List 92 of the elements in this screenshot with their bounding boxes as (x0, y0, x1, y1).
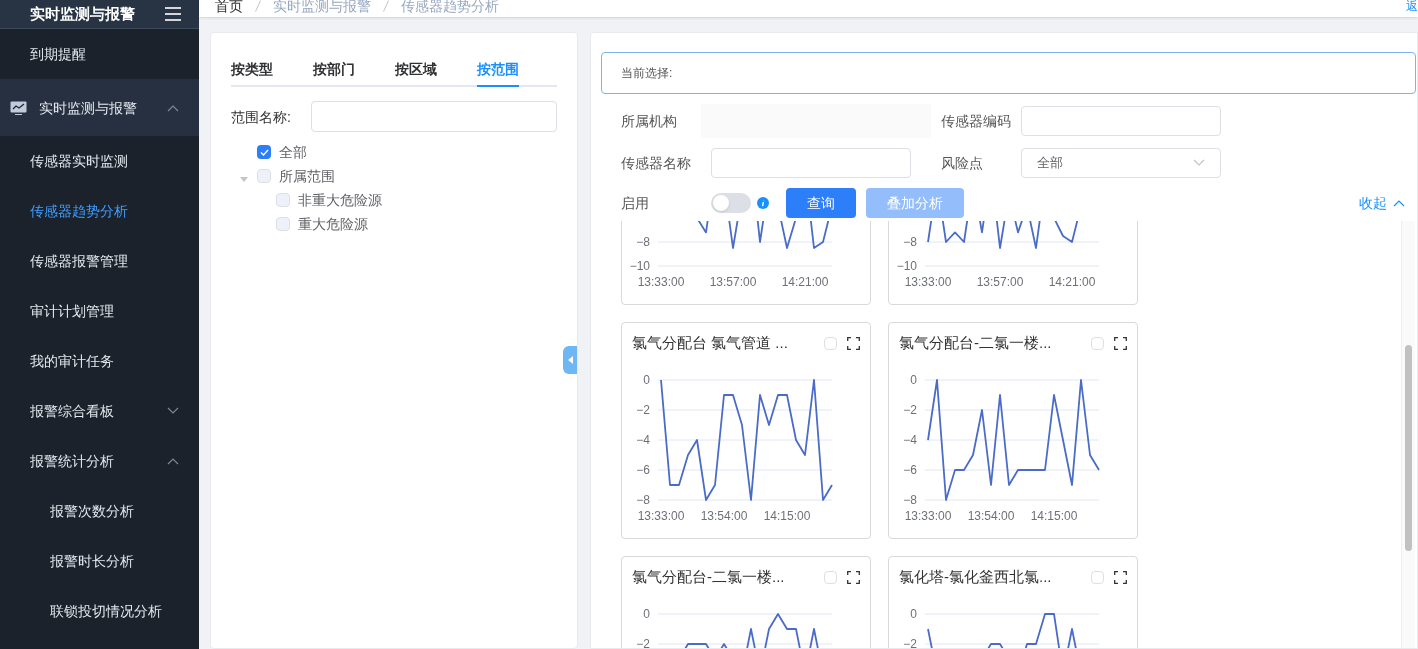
sidebar-item[interactable]: 审计计划管理 (0, 286, 199, 336)
y-tick-label: −10 (629, 259, 650, 273)
checkbox[interactable] (257, 169, 271, 183)
tree-node-label[interactable]: 非重大危险源 (298, 190, 382, 210)
field-label: 所属机构 (621, 112, 678, 131)
menu-icon[interactable] (165, 7, 181, 21)
input-field[interactable] (711, 148, 911, 178)
sidebar-item[interactable]: 到期提醒 (0, 29, 199, 79)
query-button[interactable]: 查询 (786, 188, 856, 218)
x-tick-label: 13:33:00 (637, 275, 685, 289)
y-tick-label: 0 (643, 373, 650, 387)
tab[interactable]: 按类型 (231, 59, 273, 87)
range-name-field[interactable] (311, 101, 557, 132)
info-icon[interactable] (757, 197, 769, 209)
collapse-handle[interactable] (563, 346, 577, 374)
chart-title: 氯气分配台-二氯一楼... (899, 332, 1052, 353)
select-field[interactable]: 全部 (1021, 148, 1221, 178)
field-label: 风险点 (940, 154, 984, 173)
y-tick-label: −2 (636, 637, 650, 648)
y-tick-label: −8 (636, 493, 650, 507)
x-tick-label: 13:33:00 (637, 509, 685, 523)
checkbox[interactable] (276, 193, 290, 207)
fullscreen-icon[interactable] (1114, 336, 1127, 350)
y-tick-label: 0 (910, 607, 917, 621)
y-tick-label: −10 (896, 259, 917, 273)
x-tick-label: 14:15:00 (1030, 509, 1078, 523)
fullscreen-icon[interactable] (1114, 570, 1127, 584)
chevron-up-icon (1393, 199, 1405, 207)
field-label: 传感器名称 (621, 154, 692, 173)
y-tick-label: −4 (636, 433, 650, 447)
sidebar-item[interactable]: 联锁投切情况分析 (0, 586, 199, 636)
chart-title: 氯气分配台 氯气管道 ... (632, 332, 788, 353)
sidebar-item[interactable]: 传感器趋势分析 (0, 186, 199, 236)
input-field[interactable] (1021, 106, 1221, 136)
tab[interactable]: 按部门 (313, 59, 355, 87)
sidebar-item[interactable]: 报警时长分析 (0, 536, 199, 586)
checkbox[interactable] (276, 217, 290, 231)
y-tick-label: −2 (903, 637, 917, 648)
tree-node-label[interactable]: 全部 (279, 142, 307, 162)
breadcrumb-separator-icon (383, 0, 389, 12)
field-label: 范围名称: (231, 107, 292, 127)
y-tick-label: −8 (903, 493, 917, 507)
sidebar-item[interactable]: 报警综合看板 (0, 386, 199, 436)
caret-icon (567, 356, 573, 364)
y-tick-label: −6 (636, 463, 650, 477)
chart-title: 氯化塔-氯化釜西北氯... (899, 566, 1052, 587)
sidebar-item[interactable]: 传感器报警管理 (0, 236, 199, 286)
tab[interactable]: 按区域 (395, 59, 437, 87)
y-tick-label: −8 (903, 235, 917, 249)
checkbox[interactable] (1091, 336, 1104, 350)
y-tick-label: 0 (910, 373, 917, 387)
y-tick-label: −4 (903, 433, 917, 447)
field-label: 传感器编码 (940, 112, 1012, 131)
x-tick-label: 14:21:00 (781, 275, 829, 289)
x-tick-label: 14:15:00 (763, 509, 811, 523)
checkbox[interactable] (824, 336, 837, 350)
chart-title: 氯气分配台-二氯一楼... (632, 566, 785, 587)
tree-node-label[interactable]: 重大危险源 (298, 214, 368, 234)
tree-node-label[interactable]: 所属范围 (279, 166, 335, 186)
checkbox[interactable] (1091, 570, 1104, 584)
sidebar-title: 实时监测与报警 (30, 3, 135, 24)
x-tick-label: 14:21:00 (1048, 275, 1096, 289)
sidebar-item[interactable]: 报警统计分析 (0, 436, 199, 486)
y-tick-label: −2 (636, 403, 650, 417)
x-tick-label: 13:54:00 (967, 509, 1015, 523)
caret-icon[interactable] (240, 176, 248, 182)
x-tick-label: 13:54:00 (700, 509, 748, 523)
x-tick-label: 13:33:00 (904, 509, 952, 523)
chevron-down-icon (1193, 159, 1205, 167)
fullscreen-icon[interactable] (847, 336, 860, 350)
y-tick-label: −2 (903, 403, 917, 417)
sidebar-item[interactable]: 实时监测与报警 (0, 79, 199, 136)
scrollbar-thumb[interactable] (1405, 345, 1412, 551)
breadcrumb-separator-icon (255, 0, 261, 12)
x-tick-label: 13:57:00 (976, 275, 1024, 289)
field-label: 启用 (621, 194, 650, 213)
x-tick-label: 13:57:00 (709, 275, 757, 289)
y-tick-label: 0 (643, 607, 650, 621)
fullscreen-icon[interactable] (847, 570, 860, 584)
breadcrumb-item[interactable]: 首页 (215, 0, 243, 16)
checkbox[interactable] (824, 570, 837, 584)
sidebar-item[interactable]: 传感器实时监测 (0, 136, 199, 186)
current-selection-box: 当前选择: (601, 52, 1416, 94)
sidebar-item[interactable]: 我的审计任务 (0, 336, 199, 386)
breadcrumb-item: 传感器趋势分析 (401, 0, 499, 16)
y-tick-label: −8 (636, 235, 650, 249)
y-tick-label: −6 (903, 463, 917, 477)
toggle-switch[interactable] (711, 193, 751, 213)
x-tick-label: 13:33:00 (904, 275, 952, 289)
monitor-chart-icon (10, 100, 27, 115)
checkbox[interactable] (257, 145, 271, 159)
sidebar-item[interactable]: 报警次数分析 (0, 486, 199, 536)
